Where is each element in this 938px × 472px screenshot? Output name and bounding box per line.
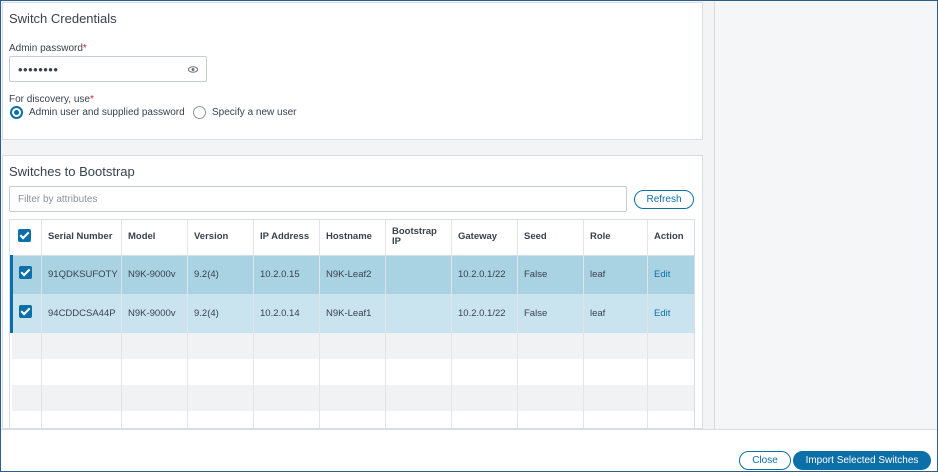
column-ip-address[interactable]: IP Address — [253, 220, 320, 256]
cell-gateway: 10.2.0.1/22 — [451, 294, 518, 333]
cell-gateway: 10.2.0.1/22 — [451, 255, 518, 294]
select-all-checkbox-cell[interactable] — [11, 220, 42, 256]
cell-seed: False — [517, 255, 584, 294]
edit-link[interactable]: Edit — [647, 294, 694, 333]
cell-model: N9K-9000v — [121, 294, 188, 333]
import-selected-switches-button[interactable]: Import Selected Switches — [793, 451, 931, 470]
cell-ip: 10.2.0.14 — [253, 294, 320, 333]
radio-new-user[interactable]: Specify a new user — [193, 106, 297, 119]
empty-row — [11, 411, 694, 428]
filter-input[interactable] — [9, 186, 627, 212]
admin-password-label: Admin password* — [9, 43, 87, 54]
column-action: Action — [647, 220, 694, 256]
cell-serial: 91QDKSUFOTY — [41, 255, 122, 294]
dialog-footer: Close Import Selected Switches — [1, 429, 937, 471]
cell-version: 9.2(4) — [187, 255, 254, 294]
cell-bootstrap-ip — [385, 294, 452, 333]
switches-table: Serial Number Model Version IP Address H… — [9, 219, 695, 428]
admin-password-label-text: Admin password — [9, 43, 83, 54]
radio-new-user-label: Specify a new user — [212, 107, 297, 118]
radio-admin-user[interactable]: Admin user and supplied password — [10, 106, 185, 119]
cell-version: 9.2(4) — [187, 294, 254, 333]
side-pane — [715, 1, 937, 429]
main-pane: Switch Credentials Admin password* •••••… — [1, 1, 715, 429]
eye-icon[interactable] — [188, 65, 198, 74]
cell-seed: False — [517, 294, 584, 333]
switches-to-bootstrap-card: Switches to Bootstrap Refresh Serial Num… — [2, 155, 703, 429]
cell-ip: 10.2.0.15 — [253, 255, 320, 294]
discovery-label: For discovery, use* — [9, 94, 94, 105]
column-gateway[interactable]: Gateway — [451, 220, 518, 256]
cell-bootstrap-ip — [385, 255, 452, 294]
edit-link[interactable]: Edit — [647, 255, 694, 294]
radio-button[interactable] — [193, 106, 206, 119]
column-bootstrap-ip[interactable]: Bootstrap IP — [385, 220, 452, 256]
cell-model: N9K-9000v — [121, 255, 188, 294]
cell-hostname: N9K-Leaf1 — [319, 294, 386, 333]
column-hostname[interactable]: Hostname — [319, 220, 386, 256]
cell-role: leaf — [583, 255, 648, 294]
close-button[interactable]: Close — [739, 451, 791, 470]
cell-hostname: N9K-Leaf2 — [319, 255, 386, 294]
empty-row — [11, 359, 694, 385]
column-seed[interactable]: Seed — [517, 220, 584, 256]
required-mark: * — [89, 94, 94, 105]
select-all-checkbox[interactable] — [17, 229, 31, 243]
required-mark: * — [82, 43, 87, 54]
column-role[interactable]: Role — [583, 220, 648, 256]
column-serial-number[interactable]: Serial Number — [41, 220, 122, 256]
row-checkbox[interactable] — [19, 266, 32, 280]
switch-credentials-card: Switch Credentials Admin password* •••••… — [2, 2, 703, 140]
dialog-frame: Switch Credentials Admin password* •••••… — [0, 0, 938, 472]
radio-button-selected[interactable] — [10, 106, 23, 119]
row-checkbox[interactable] — [19, 305, 32, 318]
radio-admin-user-label: Admin user and supplied password — [29, 107, 185, 118]
column-model[interactable]: Model — [121, 220, 188, 256]
empty-row — [11, 333, 694, 359]
cell-serial: 94CDDCSA44P — [41, 294, 122, 333]
admin-password-field[interactable]: •••••••• — [9, 56, 207, 82]
bootstrap-title: Switches to Bootstrap — [9, 164, 135, 179]
table-row[interactable]: 91QDKSUFOTY N9K-9000v 9.2(4) 10.2.0.15 N… — [10, 255, 694, 294]
credentials-title: Switch Credentials — [9, 11, 117, 26]
discovery-label-text: For discovery, use — [9, 94, 90, 105]
empty-row — [11, 385, 694, 411]
row-checkbox-cell[interactable] — [10, 255, 42, 294]
refresh-button[interactable]: Refresh — [634, 190, 694, 209]
row-checkbox-cell[interactable] — [10, 294, 42, 333]
table-row[interactable]: 94CDDCSA44P N9K-9000v 9.2(4) 10.2.0.14 N… — [10, 294, 694, 333]
admin-password-value: •••••••• — [18, 62, 59, 77]
column-version[interactable]: Version — [187, 220, 254, 256]
cell-role: leaf — [583, 294, 648, 333]
table-header-row: Serial Number Model Version IP Address H… — [11, 220, 694, 256]
